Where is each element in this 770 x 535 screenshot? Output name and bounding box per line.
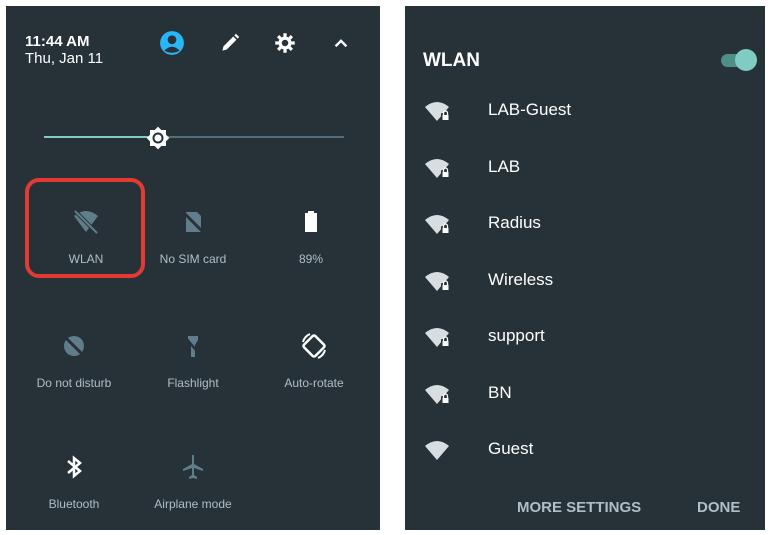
tile-label: 89% <box>298 252 324 266</box>
brightness-slider[interactable] <box>44 136 344 138</box>
wlan-title: WLAN <box>423 50 480 71</box>
wifi-lock-icon <box>423 211 453 237</box>
tile-label: Bluetooth <box>48 497 100 511</box>
quick-settings-panel: 11:44 AM Thu, Jan 11 WLAN No SIM card 89… <box>6 6 380 530</box>
network-row[interactable]: LAB <box>405 147 765 187</box>
network-name: Wireless <box>488 269 554 289</box>
network-row[interactable]: Guest <box>405 429 765 469</box>
tile-auto-rotate[interactable]: Auto-rotate <box>254 326 374 406</box>
wlan-toggle[interactable] <box>719 48 757 72</box>
tile-airplane-mode[interactable]: Airplane mode <box>133 447 253 527</box>
wifi-lock-icon <box>423 155 453 181</box>
wifi-icon <box>423 437 453 463</box>
bluetooth-icon <box>56 449 92 485</box>
tile-label: Auto-rotate <box>284 376 344 390</box>
tile-bluetooth[interactable]: Bluetooth <box>14 447 134 527</box>
network-name: Radius <box>488 213 541 232</box>
do-not-disturb-off-icon <box>56 328 92 364</box>
tile-label: Airplane mode <box>154 497 232 511</box>
network-row[interactable]: LAB-Guest <box>405 90 765 130</box>
network-name: Guest <box>488 439 534 458</box>
battery-icon <box>293 204 329 240</box>
auto-rotate-icon <box>296 328 332 364</box>
network-row[interactable]: support <box>405 316 765 356</box>
settings-gear-icon[interactable] <box>272 30 298 56</box>
brightness-slider-fill <box>44 136 158 138</box>
done-button[interactable]: DONE <box>697 499 740 516</box>
wifi-lock-icon <box>423 98 453 124</box>
tile-label: Do not disturb <box>36 376 112 390</box>
tile-do-not-disturb[interactable]: Do not disturb <box>14 326 134 406</box>
wifi-lock-icon <box>423 324 453 350</box>
more-settings-button[interactable]: MORE SETTINGS <box>517 499 641 516</box>
network-name: LAB-Guest <box>488 100 572 119</box>
tile-battery[interactable]: 89% <box>251 202 371 282</box>
no-sim-icon <box>175 204 211 240</box>
network-name: support <box>488 326 545 345</box>
user-account-icon[interactable] <box>159 30 185 56</box>
chevron-up-icon[interactable] <box>328 30 354 56</box>
network-row[interactable]: Wireless <box>405 260 765 300</box>
network-row[interactable]: Radius <box>405 203 765 243</box>
wifi-lock-icon <box>423 381 453 407</box>
tile-flashlight[interactable]: Flashlight <box>133 326 253 406</box>
network-name: BN <box>488 382 512 402</box>
clock-time: 11:44 AM <box>25 33 90 50</box>
network-row[interactable]: BN <box>405 373 765 413</box>
wlan-panel: WLAN LAB-Guest LAB Radius Wireless support BN… <box>405 6 765 530</box>
tile-label: No SIM card <box>159 252 227 266</box>
brightness-icon[interactable] <box>144 124 172 152</box>
tile-no-sim[interactable]: No SIM card <box>133 202 253 282</box>
wlan-tile-highlight <box>25 178 145 278</box>
tile-label: Flashlight <box>167 376 219 390</box>
clock: 11:44 AM Thu, Jan 11 <box>25 33 103 67</box>
airplane-mode-icon <box>175 449 211 485</box>
clock-date: Thu, Jan 11 <box>25 50 104 67</box>
flashlight-off-icon <box>175 328 211 364</box>
wifi-lock-icon <box>423 268 453 294</box>
edit-pencil-icon[interactable] <box>217 30 243 56</box>
network-name: LAB <box>488 156 521 176</box>
toggle-knob <box>735 49 757 71</box>
